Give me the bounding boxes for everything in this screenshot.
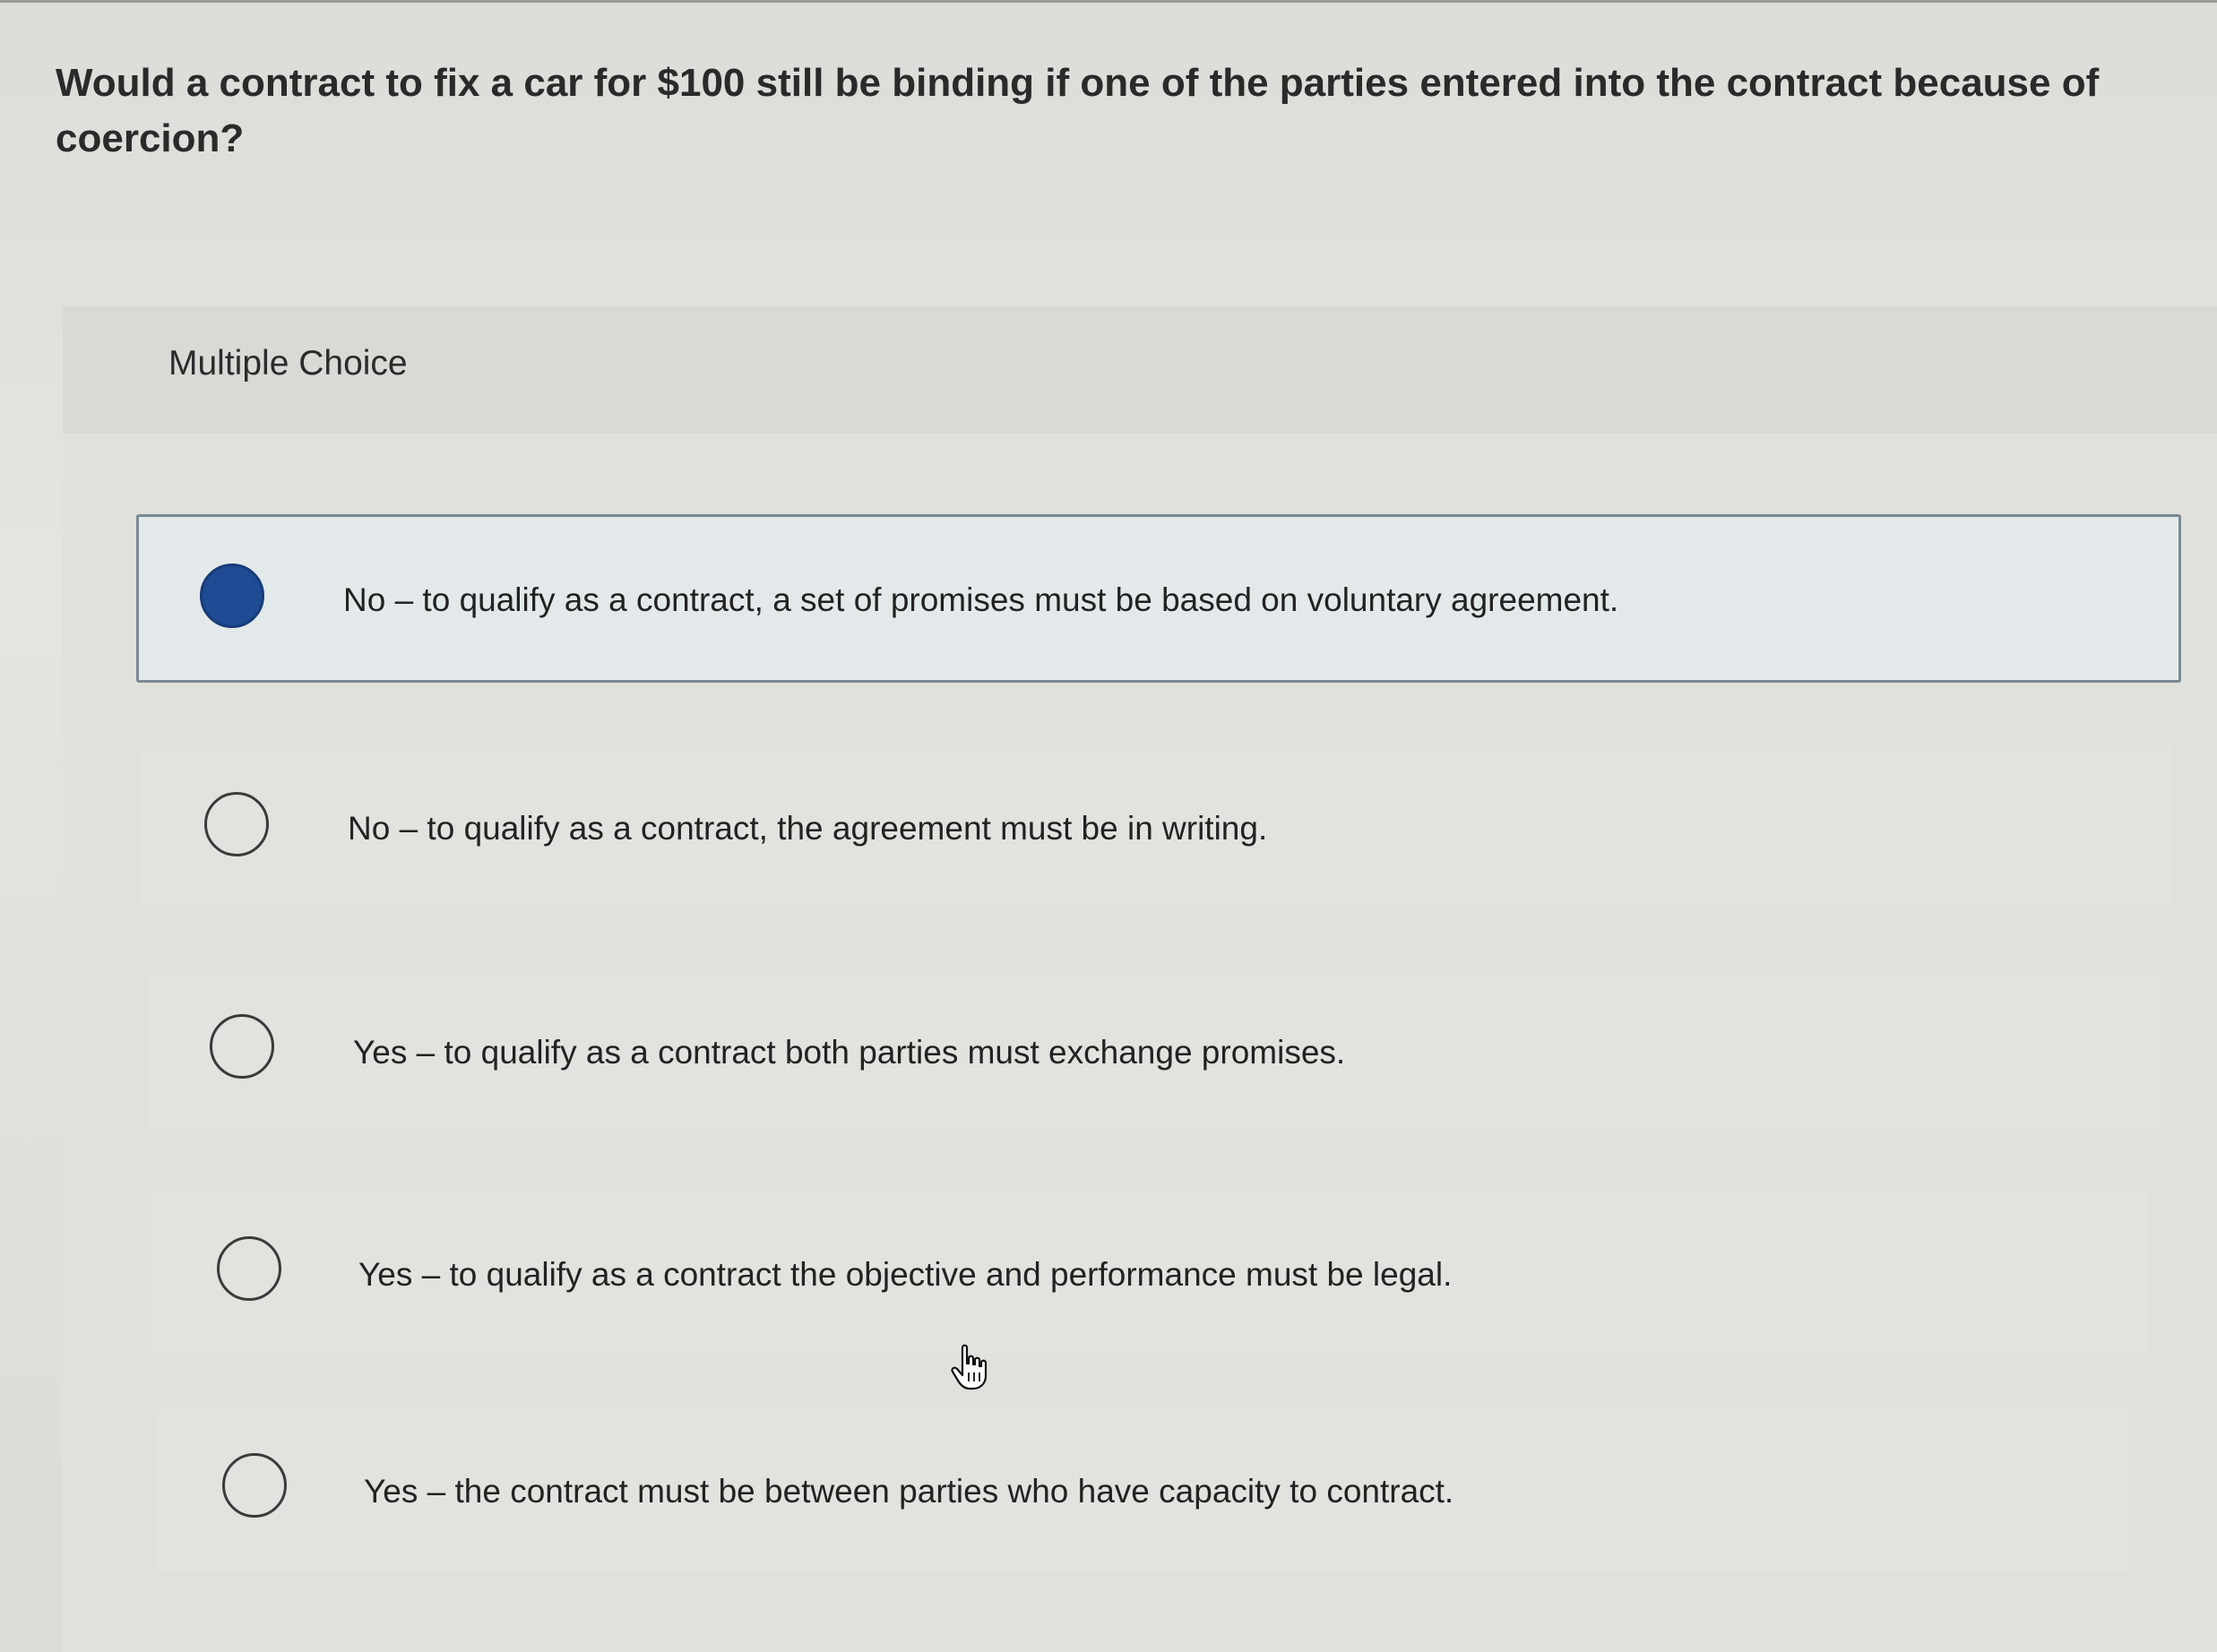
choice-option-label: Yes – to qualify as a contract the objec… [358,1256,1453,1293]
choice-option-1[interactable]: No – to qualify as a contract, a set of … [136,514,2181,683]
radio-button-icon[interactable] [200,564,264,628]
multiple-choice-header: Multiple Choice [63,306,2217,434]
choice-option-label: Yes – to qualify as a contract both part… [353,1034,1346,1071]
choice-option-label: No – to qualify as a contract, the agree… [348,810,1268,847]
radio-button-icon[interactable] [217,1236,281,1301]
multiple-choice-label: Multiple Choice [168,344,408,383]
question-text: Would a contract to fix a car for $100 s… [56,61,2100,160]
radio-button-icon[interactable] [204,792,269,856]
choice-option-4[interactable]: Yes – to qualify as a contract the objec… [152,1192,2147,1353]
choice-option-label: Yes – the contract must be between parti… [364,1473,1454,1510]
radio-button-icon[interactable] [210,1014,274,1079]
choice-option-label: No – to qualify as a contract, a set of … [343,581,1619,618]
choice-option-5[interactable]: Yes – the contract must be between parti… [158,1410,2135,1571]
radio-button-icon[interactable] [222,1453,287,1518]
hand-pointer-icon [951,1344,988,1390]
top-divider [0,0,2217,3]
choice-option-3[interactable]: Yes – to qualify as a contract both part… [147,969,2160,1131]
choice-option-2[interactable]: No – to qualify as a contract, the agree… [142,745,2172,907]
